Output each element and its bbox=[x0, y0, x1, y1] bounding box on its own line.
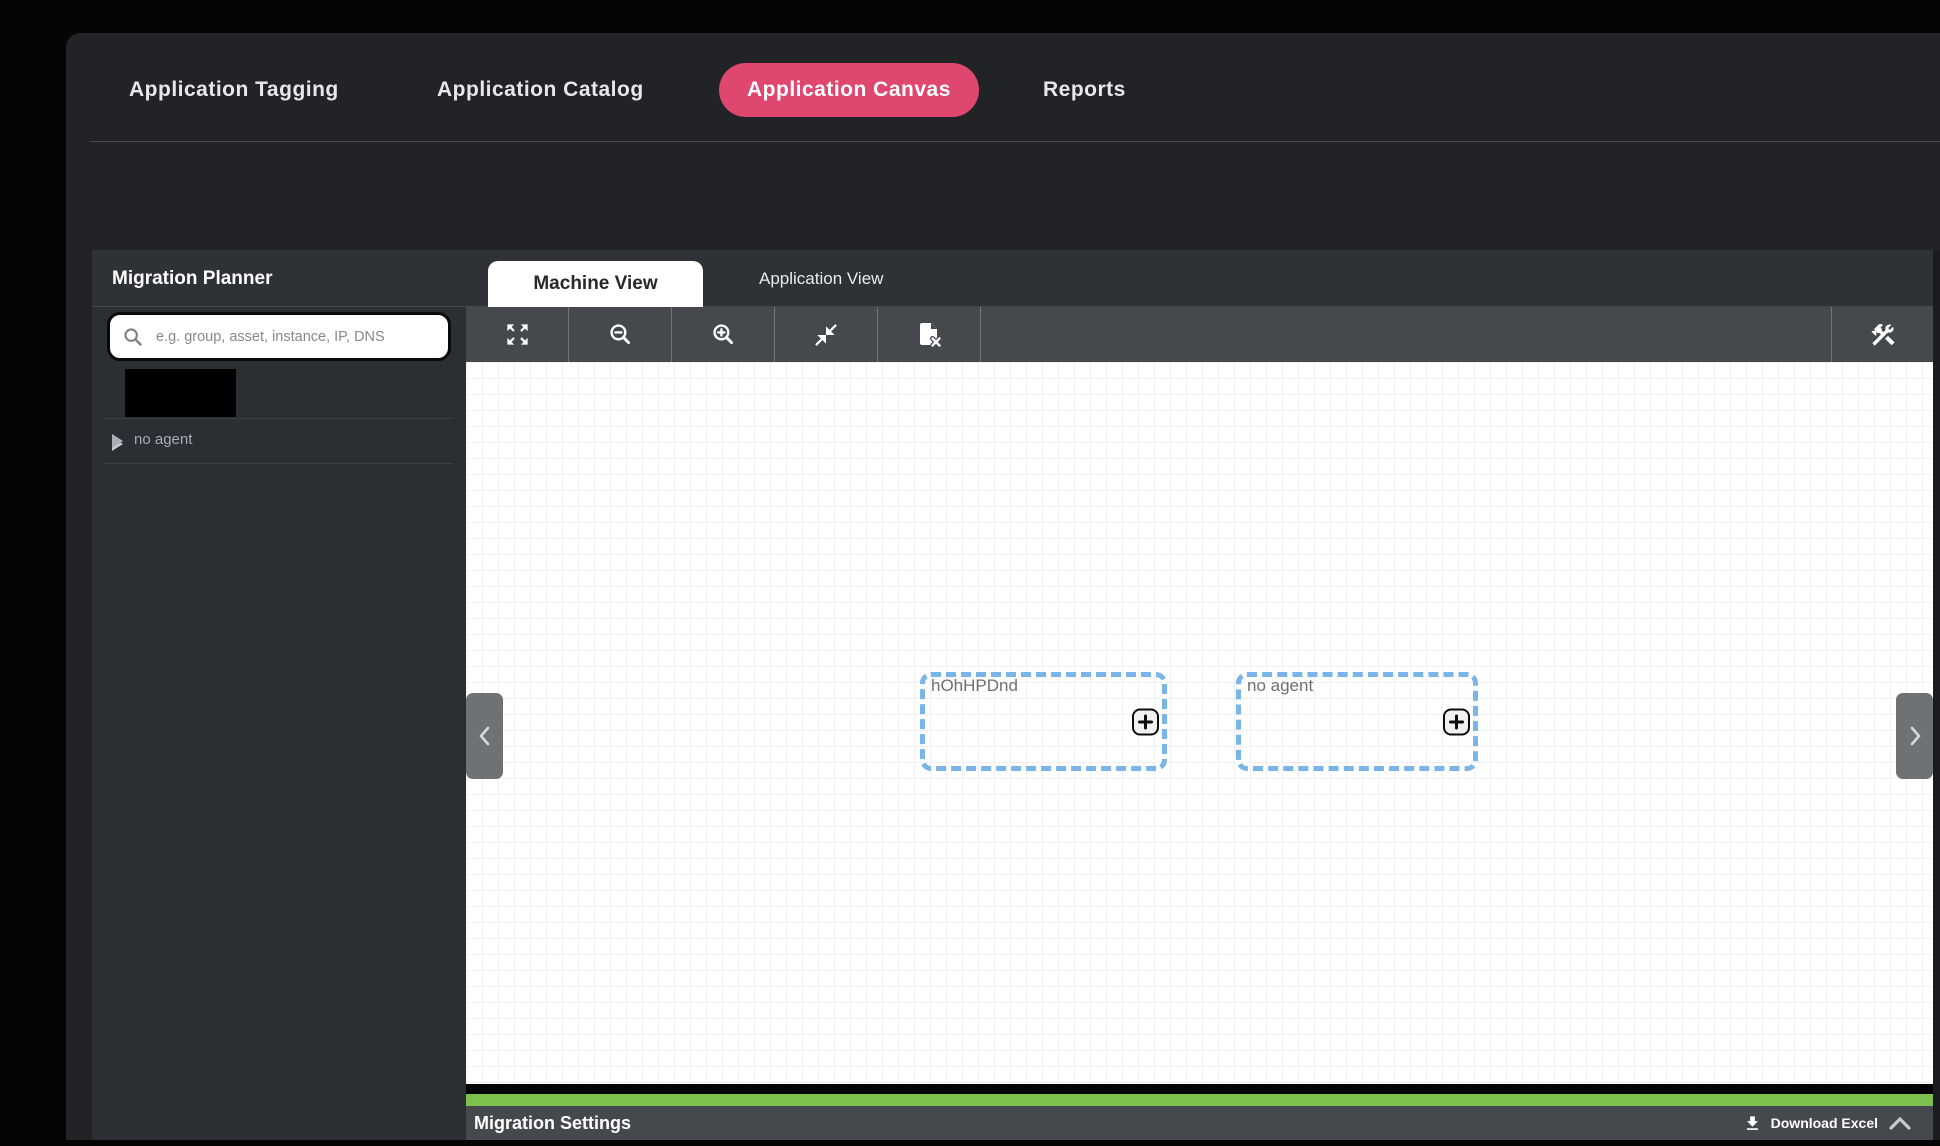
zoom-out-button[interactable] bbox=[569, 307, 672, 362]
tab-machine-view[interactable]: Machine View bbox=[488, 261, 703, 307]
remove-document-button[interactable] bbox=[878, 307, 981, 362]
group-label: hOhHPDnd bbox=[931, 676, 1018, 696]
redacted-label bbox=[125, 369, 236, 417]
tools-icon bbox=[1869, 321, 1897, 349]
divider bbox=[104, 463, 453, 464]
pan-left-tab[interactable] bbox=[466, 693, 503, 779]
add-to-group-button[interactable] bbox=[1132, 708, 1159, 735]
tree-item-redacted[interactable] bbox=[92, 361, 466, 418]
toolbar-spacer bbox=[981, 307, 1831, 362]
nav-divider bbox=[90, 141, 1940, 142]
plus-icon bbox=[1449, 714, 1464, 729]
search-icon bbox=[122, 326, 144, 348]
tree-item-label: no agent bbox=[134, 431, 192, 448]
nav-application-tagging[interactable]: Application Tagging bbox=[129, 63, 339, 117]
green-accent-bar bbox=[466, 1094, 1933, 1106]
group-label: no agent bbox=[1247, 676, 1313, 696]
download-excel-button[interactable]: Download Excel bbox=[1771, 1115, 1878, 1131]
canvas-group[interactable]: no agent bbox=[1236, 672, 1478, 771]
zoom-out-icon bbox=[607, 321, 634, 348]
right-edge-strip bbox=[1933, 250, 1940, 1140]
migration-planner-sidebar: no agent bbox=[92, 307, 466, 1140]
tree-item-no-agent[interactable]: no agent bbox=[92, 418, 466, 463]
canvas-bottom-gap bbox=[466, 1084, 1933, 1094]
nav-application-catalog[interactable]: Application Catalog bbox=[437, 63, 644, 117]
fit-to-screen-icon bbox=[504, 321, 531, 348]
nav-reports[interactable]: Reports bbox=[1043, 63, 1126, 117]
expand-caret-icon[interactable] bbox=[112, 434, 123, 448]
add-to-group-button[interactable] bbox=[1443, 708, 1470, 735]
collapse-panel-chevron-up-icon[interactable] bbox=[1887, 1115, 1913, 1131]
header-strip: Migration Planner Machine View Applicati… bbox=[92, 250, 1933, 307]
tab-application-view[interactable]: Application View bbox=[737, 250, 905, 307]
nav-application-canvas[interactable]: Application Canvas bbox=[719, 63, 979, 117]
pan-right-tab[interactable] bbox=[1896, 693, 1933, 779]
download-icon[interactable] bbox=[1743, 1114, 1762, 1133]
chevron-right-icon bbox=[1905, 723, 1925, 749]
app-window: Application Tagging Application Catalog … bbox=[66, 33, 1940, 1140]
canvas-settings-button[interactable] bbox=[1831, 307, 1933, 362]
top-nav: Application Tagging Application Catalog … bbox=[66, 33, 1940, 141]
machine-canvas[interactable]: hOhHPDnd no agent bbox=[466, 362, 1933, 1084]
canvas-group[interactable]: hOhHPDnd bbox=[920, 672, 1167, 771]
fit-to-screen-button[interactable] bbox=[466, 307, 569, 362]
remove-document-icon bbox=[914, 320, 944, 350]
planner-title: Migration Planner bbox=[112, 250, 272, 307]
sidebar-search bbox=[107, 312, 451, 361]
collapse-nodes-button[interactable] bbox=[775, 307, 878, 362]
chevron-left-icon bbox=[475, 723, 495, 749]
collapse-diagonal-icon bbox=[813, 322, 839, 348]
migration-settings-title: Migration Settings bbox=[474, 1113, 631, 1134]
zoom-in-button[interactable] bbox=[672, 307, 775, 362]
search-input[interactable] bbox=[154, 328, 436, 346]
plus-icon bbox=[1138, 714, 1153, 729]
migration-settings-bar: Migration Settings Download Excel bbox=[466, 1106, 1933, 1140]
zoom-in-icon bbox=[710, 321, 737, 348]
canvas-toolbar bbox=[466, 307, 1933, 362]
canvas-panel: hOhHPDnd no agent Migration Sett bbox=[466, 307, 1933, 1140]
